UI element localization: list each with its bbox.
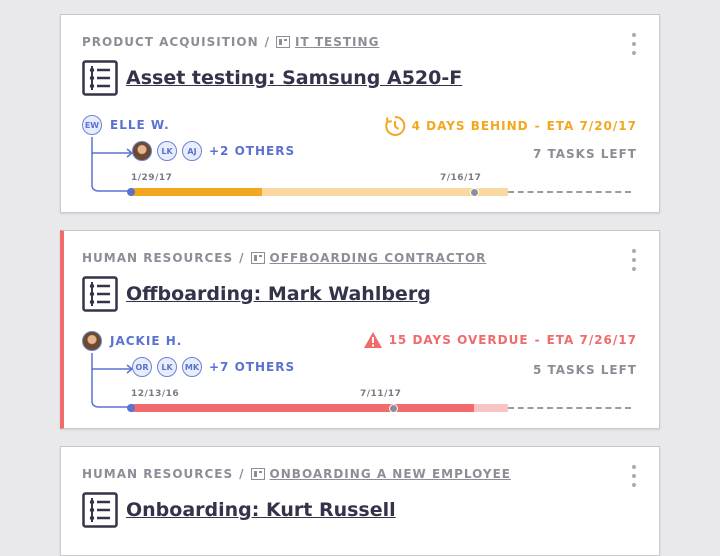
- project-card[interactable]: PRODUCT ACQUISITION / IT TESTING Asset t…: [60, 14, 660, 213]
- project-title[interactable]: Offboarding: Mark Wahlberg: [126, 283, 431, 305]
- collaborator-avatar[interactable]: [132, 141, 152, 161]
- checklist-icon: [82, 492, 118, 528]
- project-link[interactable]: IT TESTING: [295, 35, 379, 49]
- checklist-icon: [82, 276, 118, 312]
- today-marker: [469, 188, 479, 197]
- start-date: 1/29/17: [131, 173, 173, 183]
- project-icon: [250, 468, 265, 480]
- owner-name[interactable]: JACKIE H.: [110, 334, 182, 348]
- collaborator-avatar[interactable]: AJ: [182, 141, 202, 161]
- collaborator-avatar[interactable]: LK: [157, 141, 177, 161]
- project-link[interactable]: ONBOARDING A NEW EMPLOYEE: [270, 467, 511, 481]
- project-icon: [250, 252, 265, 264]
- others-link[interactable]: +7 OTHERS: [209, 360, 295, 374]
- owner-avatar[interactable]: [82, 331, 102, 351]
- breadcrumb-separator: /: [239, 467, 245, 481]
- progress-done: [131, 188, 262, 196]
- collaborator-avatar[interactable]: OR: [132, 357, 152, 377]
- eta-text: ETA 7/26/17: [546, 333, 637, 347]
- clock-icon: [384, 115, 405, 136]
- timeline-future: [508, 407, 631, 409]
- warning-icon: [363, 332, 382, 348]
- progress-done: [131, 404, 474, 412]
- start-marker: [127, 188, 135, 196]
- milestone-date: 7/11/17: [360, 389, 402, 399]
- start-marker: [127, 404, 135, 412]
- eta-text: ETA 7/20/17: [546, 119, 637, 133]
- tasks-left: 7 TASKS LEFT: [532, 147, 637, 161]
- status-text: 4 DAYS BEHIND: [411, 119, 529, 133]
- project-card[interactable]: HUMAN RESOURCES / OFFBOARDING CONTRACTOR…: [60, 230, 660, 429]
- category-label: HUMAN RESOURCES: [82, 251, 234, 265]
- breadcrumb-separator: /: [264, 35, 271, 49]
- more-options-icon[interactable]: [629, 465, 639, 487]
- more-options-icon[interactable]: [629, 33, 639, 55]
- more-options-icon[interactable]: [629, 249, 639, 271]
- project-link[interactable]: OFFBOARDING CONTRACTOR: [270, 251, 487, 265]
- breadcrumb: HUMAN RESOURCES / OFFBOARDING CONTRACTOR: [82, 251, 486, 265]
- owner-avatar[interactable]: EW: [82, 115, 102, 135]
- status-text: 15 DAYS OVERDUE: [388, 333, 529, 347]
- checklist-icon: [82, 60, 118, 96]
- project-title[interactable]: Asset testing: Samsung A520-F: [126, 67, 462, 89]
- breadcrumb: HUMAN RESOURCES / ONBOARDING A NEW EMPLO…: [82, 467, 511, 481]
- breadcrumb: PRODUCT ACQUISITION / IT TESTING: [82, 35, 379, 49]
- owner-name[interactable]: ELLE W.: [110, 118, 170, 132]
- milestone-date: 7/16/17: [440, 173, 482, 183]
- schedule-status: 15 DAYS OVERDUE - ETA 7/26/17: [363, 331, 637, 349]
- tasks-left: 5 TASKS LEFT: [532, 363, 637, 377]
- others-link[interactable]: +2 OTHERS: [209, 144, 295, 158]
- category-label: HUMAN RESOURCES: [82, 467, 234, 481]
- status-dash: -: [534, 119, 541, 133]
- schedule-status: 4 DAYS BEHIND - ETA 7/20/17: [384, 115, 637, 137]
- status-dash: -: [534, 333, 541, 347]
- collaborator-avatar[interactable]: MK: [182, 357, 202, 377]
- today-marker: [388, 404, 398, 413]
- category-label: PRODUCT ACQUISITION: [82, 35, 259, 49]
- project-title[interactable]: Onboarding: Kurt Russell: [126, 499, 396, 521]
- timeline-future: [508, 191, 631, 193]
- start-date: 12/13/16: [131, 389, 180, 399]
- collaborator-avatar[interactable]: LK: [157, 357, 177, 377]
- project-icon: [276, 36, 291, 48]
- breadcrumb-separator: /: [239, 251, 245, 265]
